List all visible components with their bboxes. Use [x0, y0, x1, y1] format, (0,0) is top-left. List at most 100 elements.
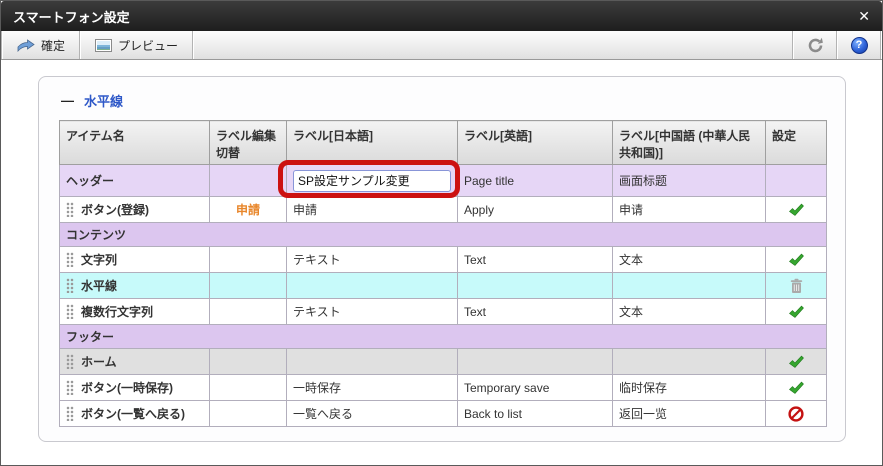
confirm-arrow-icon — [17, 39, 35, 52]
setting-cell[interactable] — [766, 273, 827, 299]
label-en-cell: Temporary save — [458, 375, 613, 401]
label-ja-cell: 一覧へ戻る — [287, 401, 458, 427]
confirm-button-label: 確定 — [41, 37, 65, 54]
label-zh-cell: 返回一览 — [613, 401, 766, 427]
setting-cell — [766, 165, 827, 197]
label-en-cell: Apply — [458, 197, 613, 223]
label-ja-cell: テキスト — [287, 299, 458, 325]
confirm-button[interactable]: 確定 — [3, 31, 79, 59]
dialog-title: スマートフォン設定 — [13, 7, 130, 26]
label-ja-cell: 一時保存 — [287, 375, 458, 401]
label-edit-toggle-cell — [210, 273, 287, 299]
label-ja-cell — [287, 165, 458, 197]
label-en-cell: Page title — [458, 165, 613, 197]
item-name-cell: ヘッダー — [60, 165, 210, 197]
trash-icon — [789, 278, 804, 294]
table-section-footer: フッター — [60, 325, 827, 349]
label-en-cell: Back to list — [458, 401, 613, 427]
setting-cell[interactable] — [766, 375, 827, 401]
table-header-row: アイテム名 ラベル編集切替 ラベル[日本語] ラベル[英語] ラベル[中国語 (… — [60, 121, 827, 165]
dialog-titlebar: スマートフォン設定 ✕ — [1, 1, 882, 31]
label-edit-toggle-link[interactable]: 申請 — [236, 203, 260, 217]
enabled-check-icon — [788, 252, 804, 268]
label-table-wrap: アイテム名 ラベル編集切替 ラベル[日本語] ラベル[英語] ラベル[中国語 (… — [59, 120, 845, 427]
item-name-label: 複数行文字列 — [81, 303, 153, 320]
table-row-register-button: ボタン(登録) 申請 申請 Apply 申请 — [60, 197, 827, 223]
label-zh-cell: 画面标题 — [613, 165, 766, 197]
item-name-label: ボタン(登録) — [81, 201, 149, 218]
panel-title-link[interactable]: 水平線 — [84, 91, 123, 110]
item-name-label: ホーム — [81, 353, 117, 370]
table-row-horizontal-line-selected: 水平線 — [60, 273, 827, 299]
table-row-back-to-list-button: ボタン(一覧へ戻る) 一覧へ戻る Back to list 返回一览 — [60, 401, 827, 427]
preview-button-label: プレビュー — [118, 37, 178, 54]
preview-image-icon — [95, 39, 112, 52]
dialog-content: — 水平線 アイテム名 ラベル編集切替 ラベル[日本語] ラベル[英語] — [1, 60, 882, 466]
setting-cell[interactable] — [766, 349, 827, 375]
label-ja-cell — [287, 349, 458, 375]
drag-handle-icon[interactable] — [66, 406, 74, 421]
panel-heading: — 水平線 — [61, 91, 845, 110]
label-edit-toggle-cell — [210, 165, 287, 197]
drag-handle-icon[interactable] — [66, 354, 74, 369]
close-icon[interactable]: ✕ — [858, 9, 870, 23]
disabled-deny-icon — [788, 406, 804, 422]
table-row-header-item: ヘッダー Page title 画面标题 — [60, 165, 827, 197]
setting-cell[interactable] — [766, 299, 827, 325]
label-en-cell: Text — [458, 247, 613, 273]
drag-handle-icon[interactable] — [66, 252, 74, 267]
table-row-string: 文字列 テキスト Text 文本 — [60, 247, 827, 273]
preview-button[interactable]: プレビュー — [81, 31, 192, 59]
label-zh-cell — [613, 349, 766, 375]
enabled-check-icon — [788, 354, 804, 370]
label-en-cell — [458, 273, 613, 299]
drag-handle-icon[interactable] — [66, 304, 74, 319]
label-zh-cell — [613, 273, 766, 299]
col-label-chinese: ラベル[中国語 (中華人民共和国)] — [613, 121, 766, 165]
label-ja-cell — [287, 273, 458, 299]
section-label: コンテンツ — [60, 223, 827, 247]
setting-cell[interactable] — [766, 401, 827, 427]
label-table: アイテム名 ラベル編集切替 ラベル[日本語] ラベル[英語] ラベル[中国語 (… — [59, 120, 827, 427]
section-label: フッター — [60, 325, 827, 349]
item-name-label: 文字列 — [81, 251, 117, 268]
col-label-english: ラベル[英語] — [458, 121, 613, 165]
refresh-icon — [807, 37, 824, 54]
label-en-cell: Text — [458, 299, 613, 325]
label-zh-cell: 文本 — [613, 247, 766, 273]
item-name-label: ボタン(一時保存) — [81, 379, 173, 396]
setting-cell[interactable] — [766, 197, 827, 223]
toolbar-right-group: ? — [792, 31, 882, 59]
col-label-japanese: ラベル[日本語] — [287, 121, 458, 165]
toolbar-separator — [192, 31, 194, 59]
table-section-contents: コンテンツ — [60, 223, 827, 247]
collapse-toggle-icon[interactable]: — — [61, 93, 74, 108]
enabled-check-icon — [788, 304, 804, 320]
horizontal-line-panel: — 水平線 アイテム名 ラベル編集切替 ラベル[日本語] ラベル[英語] — [38, 76, 846, 442]
label-ja-cell: テキスト — [287, 247, 458, 273]
label-edit-toggle-cell — [210, 247, 287, 273]
japanese-label-input[interactable] — [293, 170, 451, 192]
item-name-label: ボタン(一覧へ戻る) — [81, 405, 185, 422]
enabled-check-icon — [788, 202, 804, 218]
drag-handle-icon[interactable] — [66, 380, 74, 395]
label-en-cell — [458, 349, 613, 375]
label-edit-toggle-cell: 申請 — [210, 197, 287, 223]
help-icon: ? — [851, 37, 868, 54]
drag-handle-icon[interactable] — [66, 278, 74, 293]
label-zh-cell: 临时保存 — [613, 375, 766, 401]
label-zh-cell: 申请 — [613, 197, 766, 223]
col-item-name: アイテム名 — [60, 121, 210, 165]
table-row-home: ホーム — [60, 349, 827, 375]
col-label-edit-toggle: ラベル編集切替 — [210, 121, 287, 165]
label-zh-cell: 文本 — [613, 299, 766, 325]
item-name-label: 水平線 — [81, 277, 117, 294]
refresh-button[interactable] — [794, 31, 836, 59]
drag-handle-icon[interactable] — [66, 202, 74, 217]
help-button[interactable]: ? — [838, 31, 880, 59]
table-row-temp-save-button: ボタン(一時保存) 一時保存 Temporary save 临时保存 — [60, 375, 827, 401]
label-edit-toggle-cell — [210, 375, 287, 401]
table-row-multiline-string: 複数行文字列 テキスト Text 文本 — [60, 299, 827, 325]
setting-cell[interactable] — [766, 247, 827, 273]
toolbar-separator — [880, 31, 882, 59]
